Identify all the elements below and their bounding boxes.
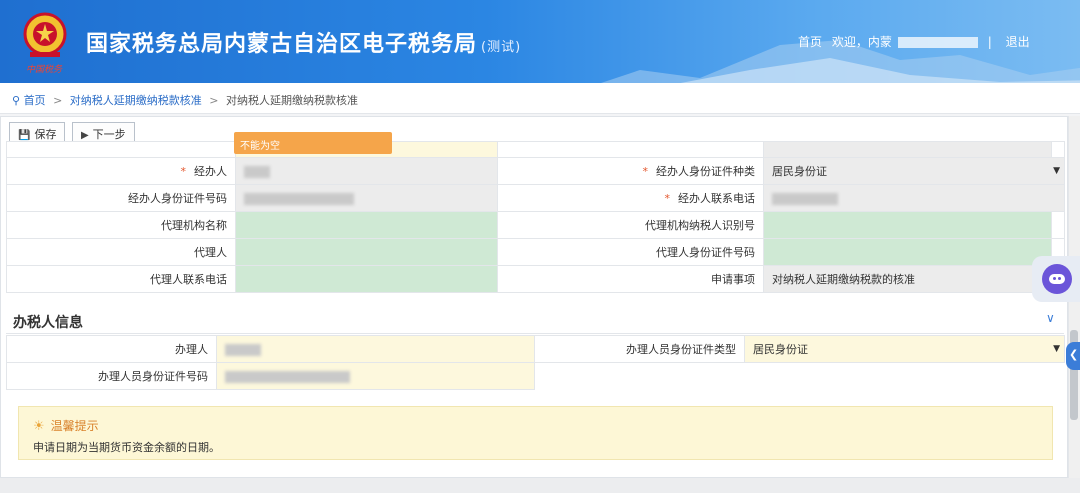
- row-end: [1051, 141, 1065, 158]
- operator-id-type-label: * 经办人身份证件种类: [497, 157, 764, 185]
- section-divider: [6, 333, 1064, 334]
- operator-id-type-label-text: 经办人身份证件种类: [656, 165, 755, 178]
- breadcrumb-home[interactable]: 首页: [24, 94, 46, 107]
- operator-field[interactable]: [235, 157, 498, 185]
- hidden-row-label-2: [497, 141, 764, 158]
- warm-tip-title-text: 温馨提示: [50, 419, 99, 433]
- save-icon: 💾: [18, 130, 31, 141]
- handler-id-no-field[interactable]: [216, 362, 535, 390]
- operator-id-no-field[interactable]: [235, 184, 498, 212]
- agent-phone-field[interactable]: [235, 265, 498, 293]
- apply-item-field: 对纳税人延期缴纳税款的核准: [763, 265, 1052, 293]
- agency-name-field[interactable]: [235, 211, 498, 239]
- operator-id-type-select[interactable]: 居民身份证 ▼: [763, 157, 1065, 185]
- chevron-down-icon[interactable]: ▼: [1053, 166, 1060, 176]
- agency-taxid-field[interactable]: [763, 211, 1052, 239]
- applicant-form-table: * 经办人 * 经办人身份证件种类 居民身份证 ▼ 经办人身份证件号码 * 经办人联系电…: [6, 141, 1065, 293]
- handler-id-type-value: 居民身份证: [753, 343, 808, 356]
- handler-id-type-select[interactable]: 居民身份证 ▼: [744, 335, 1065, 363]
- operator-id-no-redacted: [244, 192, 354, 205]
- breadcrumb: ⚲ 首页 > 对纳税人延期缴纳税款核准 > 对纳税人延期缴纳税款核准: [0, 83, 1080, 114]
- row-end: [1051, 211, 1065, 239]
- next-step-label: 下一步: [92, 128, 126, 141]
- agency-name-label: 代理机构名称: [6, 211, 236, 239]
- operator-phone-label-text: 经办人联系电话: [678, 192, 755, 205]
- empty-cell: [535, 363, 745, 390]
- chat-assistant-button[interactable]: [1032, 256, 1080, 302]
- warm-tip-body: 申请日期为当期货币资金余额的日期。: [33, 441, 220, 454]
- operator-label: * 经办人: [6, 157, 236, 185]
- nav-separator: |: [987, 35, 992, 49]
- hidden-row-label: [6, 141, 236, 158]
- agent-id-no-label: 代理人身份证件号码: [497, 238, 764, 266]
- slogan-logo: 中国税务: [26, 65, 63, 75]
- operator-phone-field[interactable]: [763, 184, 1065, 212]
- nav-welcome-text: 欢迎，内蒙: [831, 35, 892, 49]
- operator-phone-label: * 经办人联系电话: [497, 184, 764, 212]
- site-title-text: 国家税务总局内蒙古自治区电子税务局: [86, 32, 478, 57]
- agent-id-no-field[interactable]: [763, 238, 1052, 266]
- footer-bar: [0, 478, 1080, 493]
- handler-section-title: 办税人信息: [13, 315, 83, 331]
- site-title: 国家税务总局内蒙古自治区电子税务局 (测试): [86, 26, 521, 58]
- handler-id-type-label: 办理人员身份证件类型: [534, 335, 745, 363]
- side-collapse-tab[interactable]: ❮: [1066, 342, 1080, 370]
- site-header: 中国税务 国家税务总局内蒙古自治区电子税务局 (测试) 首页 欢迎，内蒙 | 退出: [0, 0, 1080, 83]
- site-title-tag: (测试): [481, 40, 522, 55]
- validation-tooltip: 不能为空: [234, 132, 392, 154]
- handler-id-no-redacted: [225, 370, 350, 383]
- apply-item-label: 申请事项: [497, 265, 764, 293]
- main-panel: 💾 保存 ▶ 下一步 * 经办人 * 经办人身份证件种类 居民身份证 ▼ 经办人身份证件号…: [0, 116, 1068, 478]
- play-icon: ▶: [80, 130, 89, 141]
- handler-field[interactable]: [216, 335, 535, 363]
- agent-phone-label: 代理人联系电话: [6, 265, 236, 293]
- empty-cell: [745, 363, 1053, 390]
- top-nav: 首页 欢迎，内蒙 | 退出: [798, 33, 1036, 50]
- robot-icon: [1042, 264, 1072, 294]
- nav-home-link[interactable]: 首页: [798, 35, 822, 49]
- tax-emblem-icon: [23, 12, 67, 57]
- required-mark: *: [180, 165, 187, 178]
- save-button[interactable]: 💾 保存: [9, 122, 66, 143]
- required-mark: *: [664, 192, 671, 205]
- chevron-left-icon: ❮: [1069, 348, 1079, 361]
- location-pin-icon: ⚲: [12, 94, 21, 107]
- handler-label: 办理人: [6, 335, 217, 363]
- toolbar: 💾 保存 ▶ 下一步: [9, 122, 138, 143]
- handler-id-no-label: 办理人员身份证件号码: [6, 362, 217, 390]
- agent-label: 代理人: [6, 238, 236, 266]
- agent-field[interactable]: [235, 238, 498, 266]
- lightbulb-icon: ☀: [33, 419, 45, 434]
- breadcrumb-level1[interactable]: 对纳税人延期缴纳税款核准: [70, 94, 202, 107]
- hidden-row-field-2[interactable]: [763, 141, 1052, 158]
- chevron-down-icon[interactable]: ∨: [1046, 311, 1055, 325]
- operator-label-text: 经办人: [194, 165, 227, 178]
- breadcrumb-sep: >: [53, 94, 63, 107]
- nav-logout-link[interactable]: 退出: [1006, 35, 1030, 49]
- handler-form-table: 办理人 办理人员身份证件类型 居民身份证 ▼ 办理人员身份证件号码: [6, 335, 1065, 390]
- operator-id-type-value: 居民身份证: [772, 165, 827, 178]
- breadcrumb-current: 对纳税人延期缴纳税款核准: [226, 94, 358, 107]
- empty-cell: [1053, 363, 1065, 390]
- operator-phone-redacted: [772, 192, 838, 205]
- required-mark: *: [642, 165, 649, 178]
- next-step-button[interactable]: ▶ 下一步: [71, 122, 135, 143]
- operator-redacted: [244, 165, 270, 178]
- handler-redacted: [225, 343, 261, 356]
- operator-id-no-label: 经办人身份证件号码: [6, 184, 236, 212]
- save-button-label: 保存: [34, 128, 57, 141]
- agency-taxid-label: 代理机构纳税人识别号: [497, 211, 764, 239]
- chevron-down-icon[interactable]: ▼: [1053, 344, 1060, 354]
- warm-tip-box: ☀ 温馨提示 申请日期为当期货币资金余额的日期。: [18, 406, 1053, 460]
- breadcrumb-sep: >: [209, 94, 219, 107]
- warm-tip-title: ☀ 温馨提示: [33, 417, 99, 434]
- user-name-redacted: [897, 37, 978, 48]
- robot-eyes: [1049, 274, 1065, 284]
